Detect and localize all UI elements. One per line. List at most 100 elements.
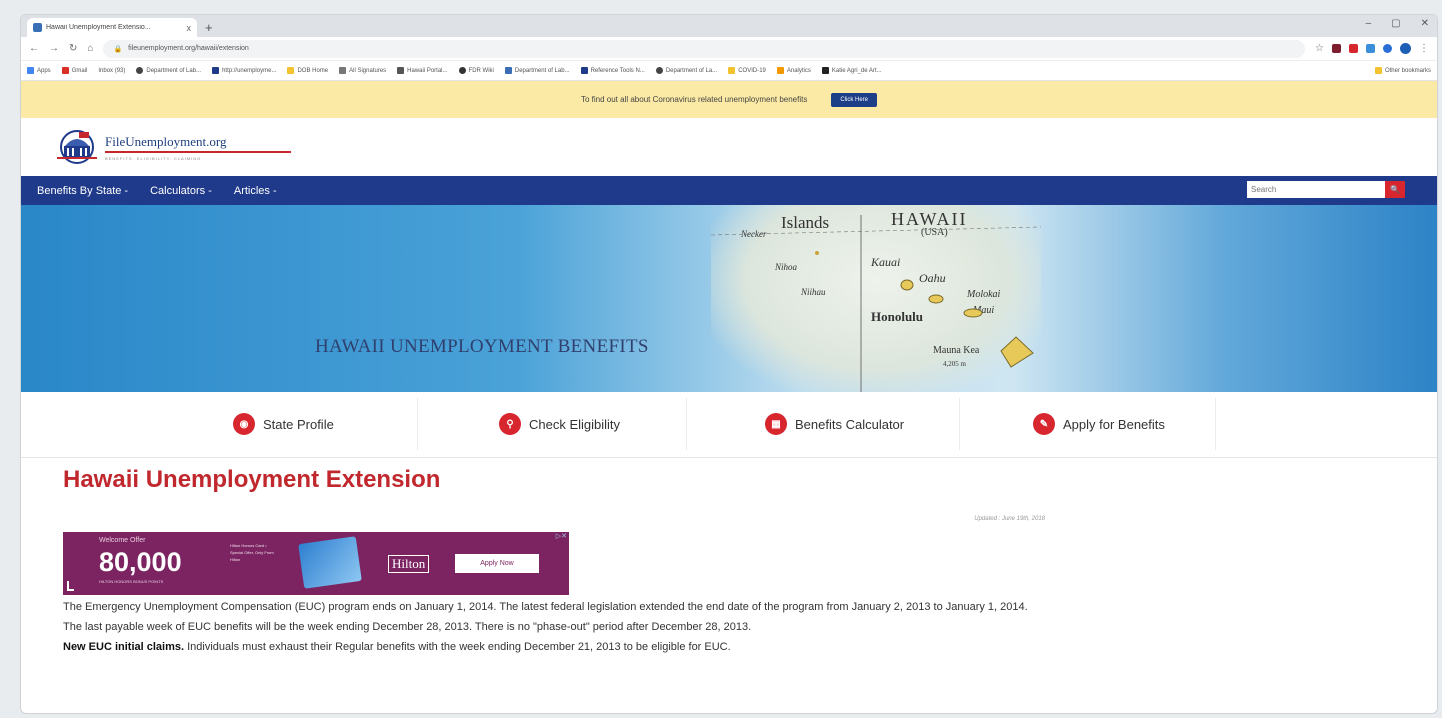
hero-banner: Islands HAWAII (USA) Necker Nihoa Kauai … <box>21 205 1437 392</box>
updated-date: Updated : June 19th, 2018 <box>974 516 1045 522</box>
ad-fine-print: Hilton Honors Card • Special Offer, Only… <box>230 543 274 562</box>
paragraph-rest: Individuals must exhaust their Regular b… <box>184 641 731 653</box>
search-icon: ⚲ <box>499 413 521 435</box>
gmail-icon <box>61 67 69 74</box>
bookmark-item[interactable]: FDR Wiki <box>458 67 494 74</box>
close-window-button[interactable]: ✕ <box>1421 18 1429 29</box>
nav-articles[interactable]: Articles - <box>234 185 277 197</box>
site-icon <box>136 67 144 74</box>
back-icon[interactable]: ← <box>29 43 39 54</box>
bookmarks-bar: Apps Gmail Inbox (93) Department of Lab.… <box>21 61 1437 81</box>
site-tagline: BENEFITS, ELIGIBILITY, CLAIMING <box>105 155 202 161</box>
capitol-logo-icon[interactable] <box>55 128 99 166</box>
new-tab-button[interactable]: + <box>205 20 213 35</box>
tab-strip: Hawaii Unemployment Extensio... x + – ▢ … <box>21 15 1437 37</box>
search-icon: 🔍 <box>1390 185 1400 194</box>
maximize-button[interactable]: ▢ <box>1391 18 1400 29</box>
home-icon[interactable]: ⌂ <box>87 43 93 54</box>
hilton-ad-banner[interactable]: Welcome Offer 80,000 HILTON HONORS BONUS… <box>63 532 569 595</box>
site-icon <box>339 67 347 74</box>
site-icon <box>397 67 405 74</box>
bookmark-item[interactable]: Analytics <box>776 67 811 74</box>
ad-close-icon[interactable]: ▷✕ <box>556 532 567 540</box>
bookmark-item[interactable]: Department of La... <box>655 67 717 74</box>
quicklink-label: Benefits Calculator <box>795 416 905 432</box>
paragraph: The last payable week of EUC benefits wi… <box>63 621 752 633</box>
extension-icons: ☆ ⋮ <box>1315 43 1429 54</box>
bookmark-item[interactable]: DOB Home <box>287 67 328 74</box>
separator <box>417 398 418 450</box>
site-icon <box>580 67 588 74</box>
extension-icon[interactable] <box>1366 44 1375 53</box>
url-bar[interactable]: 🔒 fileunemployment.org/hawaii/extension <box>103 39 1306 58</box>
search-button[interactable]: 🔍 <box>1385 181 1405 198</box>
extension-icon[interactable] <box>1349 44 1358 53</box>
bookmark-item[interactable]: Inbox (93) <box>98 68 125 74</box>
bookmark-item[interactable]: Apps <box>27 67 51 74</box>
hero-title: HAWAII UNEMPLOYMENT BENEFITS <box>315 336 649 357</box>
apply-now-button[interactable]: Apply Now <box>455 554 539 573</box>
ad-points: 80,000 <box>99 547 182 577</box>
reload-icon[interactable]: ↻ <box>69 43 77 54</box>
site-icon <box>504 67 512 74</box>
tab-title: Hawaii Unemployment Extensio... <box>46 24 151 31</box>
quicklink-label: Check Eligibility <box>529 416 621 432</box>
folder-icon <box>287 67 295 74</box>
paragraph: New EUC initial claims. Individuals must… <box>63 640 1053 655</box>
bookmark-item[interactable]: Department of Lab... <box>504 67 570 74</box>
state-profile-link[interactable]: ◉ State Profile <box>233 405 334 443</box>
paragraph-bold: New EUC initial claims. <box>63 641 185 653</box>
bookmark-item[interactable]: COVID-19 <box>728 67 766 74</box>
ad-offer-text: Welcome Offer <box>99 537 146 544</box>
separator <box>1215 398 1216 450</box>
bookmark-item[interactable]: Reference Tools N... <box>580 67 645 74</box>
announcement-bar: To find out all about Coronavirus relate… <box>21 81 1437 118</box>
ad-points-sub: HILTON HONORS BONUS POINTS <box>99 579 164 584</box>
bookmark-item[interactable]: Hawaii Portal... <box>397 67 448 74</box>
site-icon <box>458 67 466 74</box>
calculator-icon: ▦ <box>765 413 787 435</box>
profile-avatar[interactable] <box>1400 43 1411 54</box>
paragraph: The Emergency Unemployment Compensation … <box>63 601 1028 613</box>
announcement-text: To find out all about Coronavirus relate… <box>580 95 808 104</box>
minimize-button[interactable]: – <box>1366 18 1372 29</box>
ad-corner-mark <box>67 581 74 591</box>
click-here-button[interactable]: Click Here <box>831 92 878 107</box>
quicklink-label: State Profile <box>263 416 334 432</box>
site-icon <box>212 67 220 74</box>
extension-icon[interactable] <box>1332 44 1341 53</box>
page-title: Hawaii Unemployment Extension <box>63 466 441 493</box>
nav-benefits-by-state[interactable]: Benefits By State - <box>37 185 128 197</box>
browser-tab[interactable]: Hawaii Unemployment Extensio... x <box>27 18 197 37</box>
check-eligibility-link[interactable]: ⚲ Check Eligibility <box>499 405 620 443</box>
hawaii-map-image: Islands HAWAII (USA) Necker Nihoa Kauai … <box>711 205 1041 392</box>
bookmark-item[interactable]: Katie Agri_de Art... <box>821 67 882 74</box>
bookmark-item[interactable]: Department of Lab... <box>136 67 201 74</box>
menu-icon[interactable]: ⋮ <box>1419 43 1429 54</box>
folder-icon <box>1374 67 1382 74</box>
address-row: ← → ↻ ⌂ 🔒 fileunemployment.org/hawaii/ex… <box>21 37 1437 61</box>
forward-icon[interactable]: → <box>49 43 59 54</box>
main-content: Hawaii Unemployment Extension Updated : … <box>21 466 1437 655</box>
logo-text-group[interactable]: FileUnemployment.org BENEFITS, ELIGIBILI… <box>105 134 291 161</box>
extension-icon[interactable] <box>1383 44 1392 53</box>
nav-calculators[interactable]: Calculators - <box>150 185 212 197</box>
favicon-icon <box>33 23 42 32</box>
apply-for-benefits-link[interactable]: ✎ Apply for Benefits <box>1033 405 1165 443</box>
site-header: FileUnemployment.org BENEFITS, ELIGIBILI… <box>21 118 1437 176</box>
quicklink-label: Apply for Benefits <box>1063 416 1165 432</box>
bookmark-item[interactable]: All Signatures <box>339 67 386 74</box>
benefits-calculator-link[interactable]: ▦ Benefits Calculator <box>765 405 904 443</box>
site-icon <box>821 67 829 74</box>
separator <box>959 398 960 450</box>
browser-window: Hawaii Unemployment Extensio... x + – ▢ … <box>20 14 1438 714</box>
close-tab-icon[interactable]: x <box>187 23 192 33</box>
bookmark-item[interactable]: http://unemployme... <box>212 67 276 74</box>
other-bookmarks[interactable]: Other bookmarks <box>1374 67 1431 74</box>
search-input[interactable] <box>1247 181 1385 198</box>
us-map-icon: ◉ <box>233 413 255 435</box>
url-text: fileunemployment.org/hawaii/extension <box>128 45 249 52</box>
bookmark-item[interactable]: Gmail <box>61 67 87 74</box>
separator <box>686 398 687 450</box>
star-icon[interactable]: ☆ <box>1315 43 1324 54</box>
